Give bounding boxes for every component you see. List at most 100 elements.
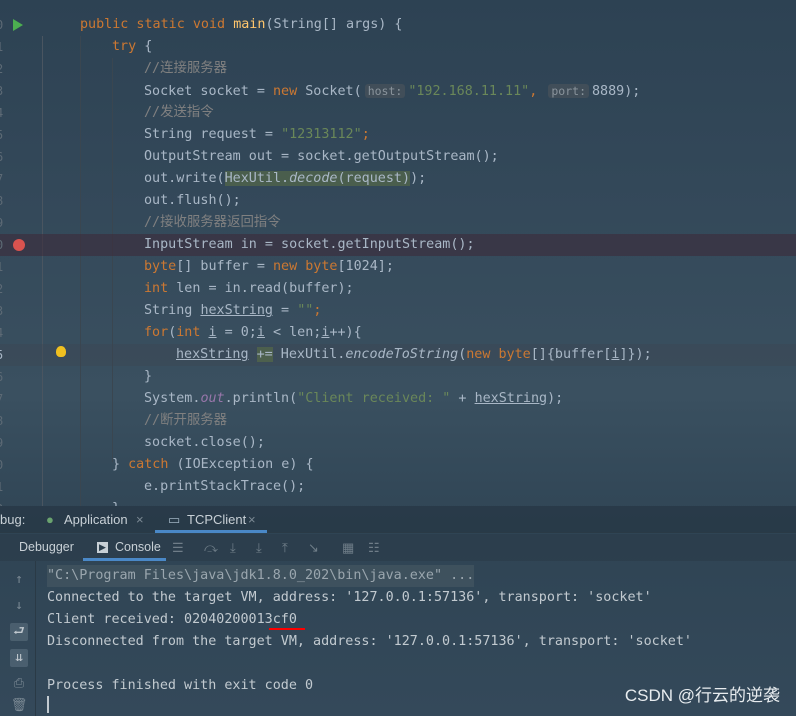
code-line[interactable]: 8 out.flush();	[0, 190, 796, 212]
code-line[interactable]: 7 out.write(HexUtil.decode(request));	[0, 168, 796, 190]
line-number: 0	[0, 234, 6, 256]
code-token: for	[144, 325, 169, 340]
console-line: Process finished with exit code 0	[47, 678, 314, 693]
trace-icon[interactable]: ☷	[368, 540, 380, 556]
close-icon[interactable]: ×	[248, 512, 256, 527]
evaluate-icon[interactable]: ▦	[342, 540, 354, 556]
line-number: 6	[0, 366, 6, 388]
code-token: = 0;	[216, 325, 257, 340]
code-text: String hexString = "";	[144, 300, 321, 322]
code-line[interactable]: 0} catch (IOException e) {	[0, 454, 796, 476]
line-number: 7	[0, 168, 6, 190]
console-line: "C:\Program Files\java\jdk1.8.0_202\bin\…	[47, 565, 475, 587]
window-icon: ▭	[168, 512, 181, 527]
code-line[interactable]: 2 int len = in.read(buffer);	[0, 278, 796, 300]
code-token: OutputStream out = socket.getOutputStrea…	[144, 149, 499, 164]
code-token: i	[208, 325, 217, 340]
line-number: 5	[0, 344, 6, 366]
line-number: 8	[0, 410, 6, 432]
line-number: 3	[0, 300, 6, 322]
code-token: hexString	[176, 347, 249, 362]
code-token: (IOException e) {	[176, 457, 314, 472]
menu-icon[interactable]: ☰	[172, 540, 184, 556]
step-over-icon[interactable]: ⤼	[204, 540, 218, 556]
code-token: ++){	[329, 325, 362, 340]
code-token: decode	[289, 171, 338, 186]
code-line[interactable]: 5 String request = "12313112";	[0, 124, 796, 146]
scroll-to-end-icon[interactable]: ⇊	[10, 649, 28, 667]
trash-icon[interactable]: 🗑	[10, 697, 28, 715]
up-arrow-icon[interactable]: ↑	[10, 571, 28, 589]
breakpoint-icon[interactable]	[13, 239, 25, 251]
soft-wrap-icon[interactable]: ⮐	[10, 623, 28, 641]
code-token: +	[450, 391, 475, 406]
code-line[interactable]: 1 e.printStackTrace();	[0, 476, 796, 498]
code-line[interactable]: 6 OutputStream out = socket.getOutputStre…	[0, 146, 796, 168]
code-line[interactable]: 9 socket.close();	[0, 432, 796, 454]
code-token: //发送指令	[144, 105, 214, 120]
line-number: 1	[0, 476, 6, 498]
code-token: public static void	[80, 17, 234, 32]
code-text: for(int i = 0;i < len;i++){	[144, 322, 362, 344]
code-token: new byte	[466, 347, 531, 362]
down-arrow-icon[interactable]: ↓	[10, 597, 28, 615]
print-icon[interactable]: ⎙	[10, 675, 28, 693]
code-token: []{buffer[	[530, 347, 612, 362]
code-line[interactable]: 0 InputStream in = socket.getInputStream(…	[0, 234, 796, 256]
code-token: ,	[529, 84, 546, 99]
red-underline-mark	[269, 628, 305, 630]
tab-debugger[interactable]: Debugger	[19, 540, 74, 554]
code-token: hexString	[474, 391, 548, 406]
code-token: ;	[361, 127, 370, 142]
debug-label: bug:	[0, 512, 26, 527]
code-token: socket.close();	[144, 435, 265, 450]
code-line[interactable]: 3 Socket socket = new Socket(host:"192.16…	[0, 80, 796, 102]
code-token: "12313112"	[281, 127, 362, 142]
code-token: out	[200, 391, 225, 406]
code-line[interactable]: 7 System.out.println("Client received: " …	[0, 388, 796, 410]
spring-boot-icon: ●	[46, 512, 54, 527]
code-editor[interactable]: 0 public static void main(String[] args) …	[0, 0, 796, 506]
code-line[interactable]: 6}	[0, 366, 796, 388]
tab-tcpclient[interactable]: TCPClient	[187, 512, 246, 527]
step-out-icon[interactable]: ⤒	[282, 540, 288, 556]
code-token: encodeToString	[345, 347, 459, 362]
code-text: }	[144, 366, 152, 388]
code-token: );	[624, 84, 641, 99]
console-side-toolbar: ↑ ↓ ⮐ ⇊ ⎙ 🗑	[0, 561, 36, 716]
code-token: HexUtil.	[272, 347, 346, 362]
code-line[interactable]: 1 byte[] buffer = new byte[1024];	[0, 256, 796, 278]
code-line[interactable]: 0 public static void main(String[] args) …	[0, 14, 796, 36]
step-into-icon[interactable]: ⤓	[230, 540, 236, 556]
line-number: 4	[0, 102, 6, 124]
active-tab-indicator	[155, 530, 267, 533]
code-line[interactable]: 5 hexString += HexUtil.encodeToString(new…	[0, 344, 796, 366]
tab-application[interactable]: Application	[64, 512, 128, 527]
code-text: String request = "12313112";	[144, 124, 370, 146]
code-line[interactable]: 4 //发送指令	[0, 102, 796, 124]
line-number: 1	[0, 36, 6, 58]
code-token: ""	[297, 303, 314, 318]
lightbulb-icon[interactable]	[56, 346, 66, 357]
code-line[interactable]: 2 //连接服务器	[0, 58, 796, 80]
force-step-into-icon[interactable]: ⤓	[256, 540, 262, 556]
close-icon[interactable]: ×	[136, 512, 144, 527]
code-line[interactable]: 1 try {	[0, 36, 796, 58]
run-to-cursor-icon[interactable]: ↘	[308, 540, 319, 556]
code-token: "192.168.11.11"	[408, 84, 530, 99]
tab-console[interactable]: Console	[115, 540, 161, 554]
code-line[interactable]: 4for(int i = 0;i < len;i++){	[0, 322, 796, 344]
code-text: public static void main(String[] args) {	[80, 14, 403, 36]
text-cursor[interactable]	[47, 696, 49, 713]
code-line[interactable]: 2}	[0, 498, 796, 506]
code-line[interactable]: 3 String hexString = "";	[0, 300, 796, 322]
run-icon[interactable]	[13, 19, 23, 31]
line-number: 3	[0, 80, 6, 102]
code-token: }	[112, 457, 129, 472]
code-line[interactable]: 9 //接收服务器返回指令	[0, 212, 796, 234]
code-line[interactable]: 8 //断开服务器	[0, 410, 796, 432]
code-token: out.flush();	[144, 193, 241, 208]
code-token: try	[112, 39, 145, 54]
code-token: (String[] args) {	[265, 17, 403, 32]
console-line: Disconnected from the target VM, address…	[47, 634, 692, 649]
